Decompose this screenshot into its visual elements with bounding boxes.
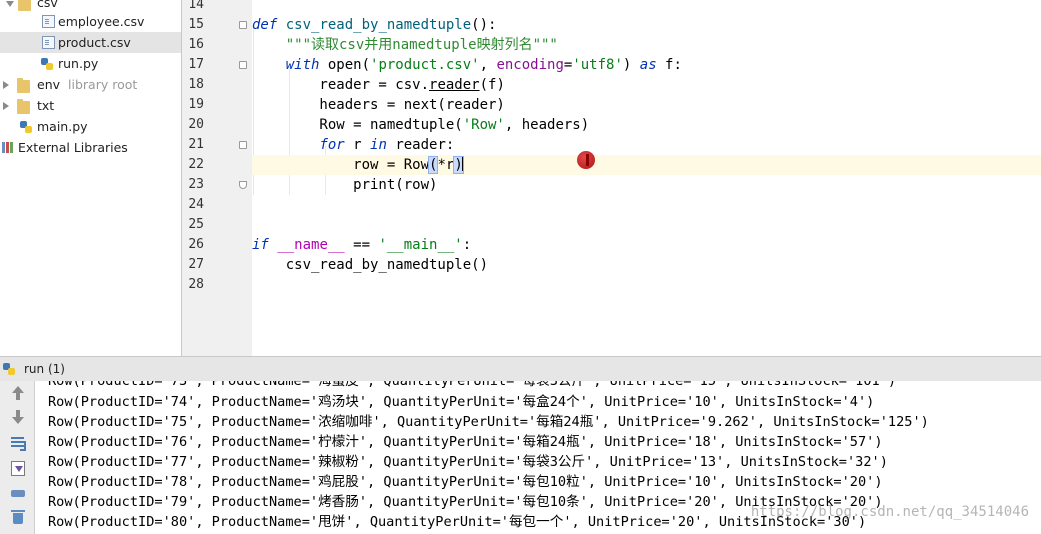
console-line: Row(ProductID='73', ProductName='海蜇皮', Q… <box>48 381 897 389</box>
line-number: 26 <box>188 237 204 252</box>
fold-marker-icon[interactable] <box>239 61 247 69</box>
fold-end-marker-icon[interactable] <box>239 181 247 189</box>
console-output[interactable]: Row(ProductID='73', ProductName='海蜇皮', Q… <box>35 381 1041 534</box>
code-line-26: if __name__ == '__main__': <box>252 237 472 253</box>
chevron-right-icon[interactable] <box>3 81 9 89</box>
csv-file-icon <box>42 36 55 49</box>
python-file-icon <box>41 57 54 70</box>
soft-wrap-icon[interactable] <box>10 435 26 451</box>
code-line-17: with open('product.csv', encoding='utf8'… <box>285 57 682 73</box>
tree-item-main-py[interactable]: main.py <box>0 116 181 137</box>
run-tool-window-header: run (1) <box>0 356 1041 382</box>
tree-item-label: External Libraries <box>18 140 128 155</box>
python-run-icon <box>3 363 15 375</box>
tree-item-product-csv[interactable]: product.csv <box>0 32 181 53</box>
console-line: Row(ProductID='75', ProductName='浓缩咖啡', … <box>48 414 929 430</box>
project-tree-panel: csv employee.csv product.csv run.py env l… <box>0 0 182 356</box>
code-line-21: for r in reader: <box>319 137 455 153</box>
tree-item-run-py[interactable]: run.py <box>0 53 181 74</box>
tree-item-env-folder[interactable]: env library root <box>0 74 181 95</box>
tree-item-external-libraries[interactable]: External Libraries <box>0 137 181 158</box>
line-number: 22 <box>188 157 204 172</box>
down-arrow-icon[interactable] <box>10 410 26 426</box>
csv-file-icon <box>42 15 55 28</box>
run-toolbar <box>0 381 35 534</box>
tree-item-label: env <box>37 77 61 92</box>
libraries-icon <box>2 142 15 155</box>
editor-gutter[interactable]: 14 15 16 17 18 19 20 21 22 23 24 25 26 2… <box>182 0 252 356</box>
chevron-right-icon[interactable] <box>3 102 9 110</box>
line-number: 14 <box>188 0 204 12</box>
line-number: 15 <box>188 17 204 32</box>
tree-item-label: main.py <box>37 119 88 134</box>
python-file-icon <box>20 120 33 133</box>
code-line-15: def csv_read_by_namedtuple(): <box>252 17 497 33</box>
tree-item-txt-folder[interactable]: txt <box>0 95 181 116</box>
console-line: Row(ProductID='77', ProductName='辣椒粉', Q… <box>48 454 888 470</box>
fold-marker-icon[interactable] <box>239 21 247 29</box>
line-number: 16 <box>188 37 204 52</box>
code-line-19: headers = next(reader) <box>252 97 505 113</box>
console-line: Row(ProductID='76', ProductName='柠檬汁', Q… <box>48 434 883 450</box>
code-line-20: Row = namedtuple('Row', headers) <box>252 117 590 133</box>
run-tab-label[interactable]: run (1) <box>24 357 65 381</box>
console-line: Row(ProductID='78', ProductName='鸡屁股', Q… <box>48 474 883 490</box>
console-line: Row(ProductID='74', ProductName='鸡汤块', Q… <box>48 394 875 410</box>
mouse-pointer-icon <box>577 151 595 169</box>
folder-icon <box>18 0 31 11</box>
line-number: 24 <box>188 197 204 212</box>
console-line: Row(ProductID='79', ProductName='烤香肠', Q… <box>48 494 883 510</box>
line-number: 18 <box>188 77 204 92</box>
library-root-hint: library root <box>68 77 138 92</box>
line-number: 17 <box>188 57 204 72</box>
code-editor[interactable]: def csv_read_by_namedtuple(): """读取csv并用… <box>252 0 1041 356</box>
tree-item-label: run.py <box>58 56 99 71</box>
console-line: Row(ProductID='80', ProductName='甩饼', Qu… <box>48 514 867 530</box>
tree-item-label: employee.csv <box>58 14 145 29</box>
text-caret <box>461 156 463 171</box>
tree-item-employee-csv[interactable]: employee.csv <box>0 11 181 32</box>
trash-icon[interactable] <box>10 509 26 525</box>
line-number: 25 <box>188 217 204 232</box>
line-number: 21 <box>188 137 204 152</box>
fold-marker-icon[interactable] <box>239 141 247 149</box>
line-number: 19 <box>188 97 204 112</box>
code-line-22: row = Row(*r) <box>252 155 1041 175</box>
tree-item-label: txt <box>37 98 55 113</box>
line-number: 23 <box>188 177 204 192</box>
chevron-down-icon[interactable] <box>6 1 14 7</box>
tree-item-label: product.csv <box>58 35 131 50</box>
code-line-18: reader = csv.reader(f) <box>252 77 505 93</box>
code-line-23: print(row) <box>252 177 438 193</box>
folder-icon <box>17 78 30 93</box>
line-number: 28 <box>188 277 204 292</box>
print-icon[interactable] <box>10 485 26 501</box>
scroll-to-end-icon[interactable] <box>10 460 26 476</box>
code-line-27: csv_read_by_namedtuple() <box>252 257 489 273</box>
line-number: 27 <box>188 257 204 272</box>
up-arrow-icon[interactable] <box>10 386 26 402</box>
line-number: 20 <box>188 117 204 132</box>
code-line-16: """读取csv并用namedtuple映射列名""" <box>285 37 558 53</box>
folder-icon <box>17 99 30 114</box>
